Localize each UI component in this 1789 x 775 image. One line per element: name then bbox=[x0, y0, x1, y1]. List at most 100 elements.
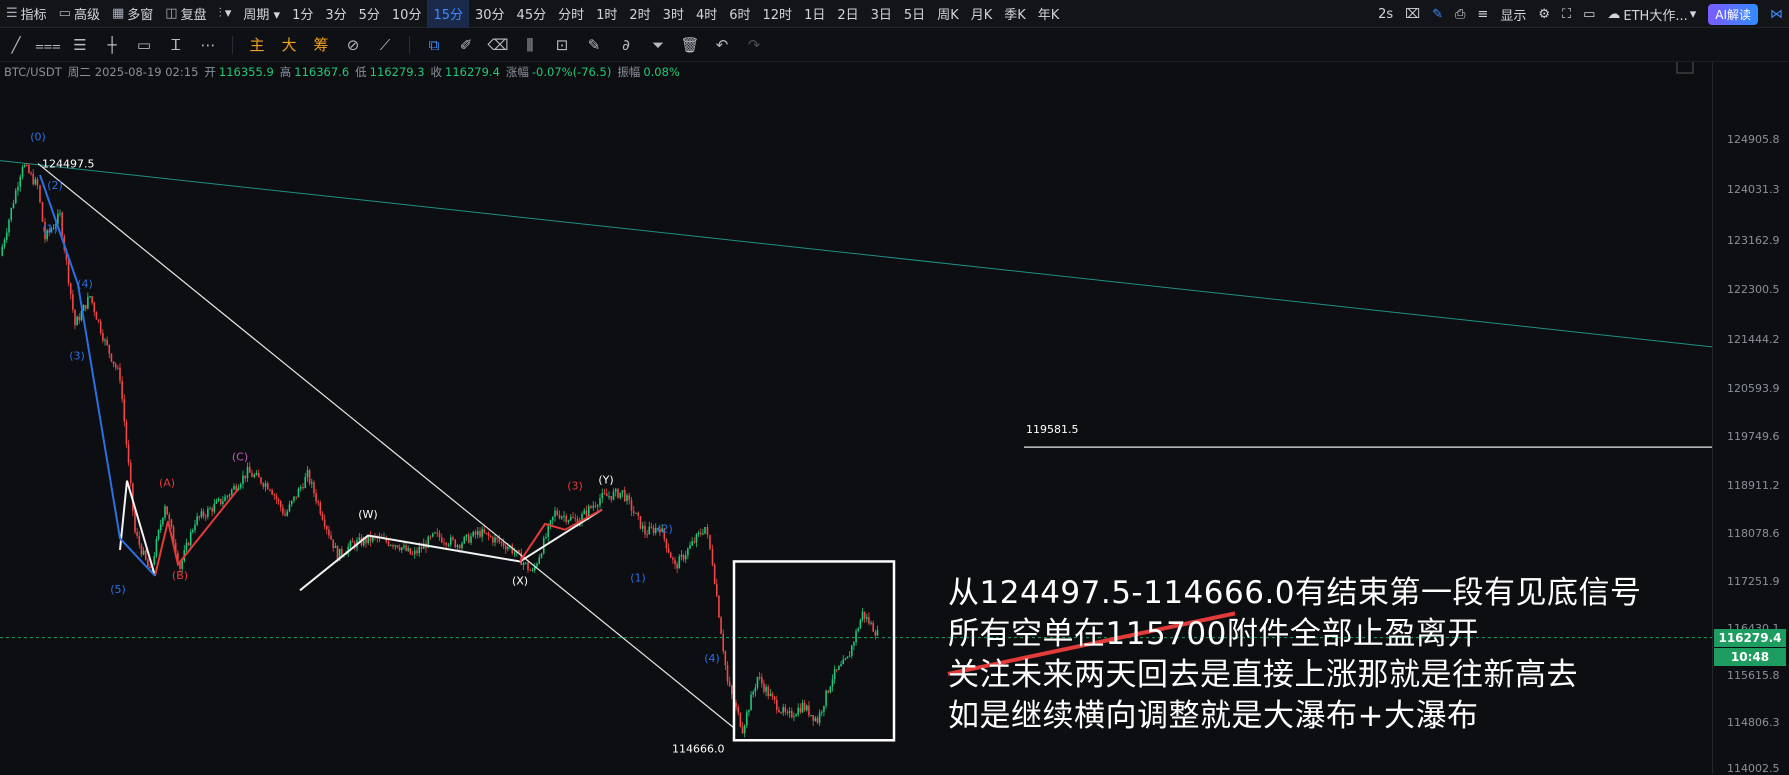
ai-interpret-button[interactable]: AI解读 bbox=[1708, 3, 1758, 25]
candle-body bbox=[801, 702, 804, 713]
candle-body bbox=[608, 496, 610, 498]
magnet-icon[interactable]: ⊘ bbox=[337, 28, 369, 62]
draw-icon[interactable]: ✎ bbox=[1426, 0, 1449, 28]
interval-12[interactable]: 6时 bbox=[723, 0, 756, 28]
change-value: -0.07%(-76.5) bbox=[531, 65, 612, 79]
interval-21[interactable]: 年K bbox=[1032, 0, 1066, 28]
eraser-icon[interactable]: ⌫ bbox=[482, 28, 514, 62]
replay-button[interactable]: ◫ 复盘 bbox=[159, 0, 212, 28]
horizontal-ray-icon[interactable]: ┼ bbox=[96, 28, 128, 62]
interval-16[interactable]: 3日 bbox=[865, 0, 898, 28]
candle-body bbox=[129, 462, 132, 484]
candlestick-icon: ⫶ bbox=[218, 6, 222, 21]
rectangle-icon[interactable]: ▭ bbox=[128, 28, 160, 62]
layout-icon[interactable]: ▭ bbox=[1577, 0, 1601, 28]
interval-9[interactable]: 2时 bbox=[623, 0, 656, 28]
interval-0[interactable]: 1分 bbox=[286, 0, 319, 28]
undo-icon[interactable]: ↶ bbox=[706, 28, 738, 62]
candle-body bbox=[706, 527, 709, 535]
candle-body bbox=[485, 532, 488, 534]
candle-body bbox=[678, 556, 681, 569]
y-tick-label: 118078.6 bbox=[1727, 526, 1780, 540]
interval-4[interactable]: 15分 bbox=[427, 0, 469, 28]
measure-icon[interactable]: ⟋ bbox=[369, 28, 401, 62]
camera-icon[interactable]: ⌧ bbox=[1399, 0, 1426, 28]
redo-icon[interactable]: ↷ bbox=[738, 28, 770, 62]
multi-window-button[interactable]: ▦ 多窗 bbox=[106, 0, 159, 28]
big-order-toggle[interactable]: 大 bbox=[273, 28, 305, 62]
candle-body bbox=[321, 513, 324, 520]
interval-7[interactable]: 分时 bbox=[552, 0, 590, 28]
indicators-button[interactable]: ☰ 指标 bbox=[0, 0, 53, 28]
more-icon[interactable]: ⋯ bbox=[192, 28, 224, 62]
display-label: 显示 bbox=[1500, 8, 1527, 24]
trash-icon[interactable]: 🗑 bbox=[674, 28, 706, 62]
interval-20[interactable]: 季K bbox=[998, 0, 1032, 28]
interval-17[interactable]: 5日 bbox=[898, 0, 931, 28]
candle-body bbox=[730, 685, 733, 695]
text-icon[interactable]: Ꮖ bbox=[160, 28, 192, 62]
brush-icon[interactable]: ✐ bbox=[450, 28, 482, 62]
interval-3[interactable]: 10分 bbox=[386, 0, 428, 28]
candle-body bbox=[110, 353, 113, 362]
main-chart-toggle[interactable]: 主 bbox=[241, 28, 273, 62]
interval-8[interactable]: 1时 bbox=[590, 0, 623, 28]
interval-19[interactable]: 月K bbox=[965, 0, 999, 28]
share-icon[interactable]: ⋈ bbox=[1764, 0, 1789, 28]
candle-body bbox=[844, 658, 847, 660]
candle-style-icon[interactable]: ⫼ bbox=[514, 28, 546, 62]
settings-icon[interactable]: ⚙ bbox=[1532, 0, 1556, 28]
advanced-button[interactable]: ▭ 高级 bbox=[53, 0, 106, 28]
candle-body bbox=[134, 510, 136, 533]
period-dropdown[interactable]: 周期 ▾ bbox=[237, 0, 286, 28]
interval-1[interactable]: 3分 bbox=[319, 0, 352, 28]
candle-body bbox=[594, 505, 597, 507]
candle-body bbox=[876, 629, 879, 636]
screenshot-icon[interactable]: ⎙ bbox=[1449, 0, 1471, 28]
candle-body bbox=[504, 546, 507, 550]
candle-body bbox=[409, 548, 412, 555]
interval-11[interactable]: 4时 bbox=[690, 0, 723, 28]
candle-body bbox=[213, 503, 216, 512]
lock-icon[interactable]: ⊡ bbox=[546, 28, 578, 62]
interval-2[interactable]: 5分 bbox=[353, 0, 386, 28]
interval-10[interactable]: 3时 bbox=[657, 0, 690, 28]
high-low-diagonal bbox=[37, 163, 736, 730]
candle-body bbox=[572, 516, 574, 518]
list-icon[interactable]: ≡ bbox=[1471, 0, 1494, 28]
candle-body bbox=[827, 690, 830, 693]
symbol-cloud-button[interactable]: ☁ ETH大作... ▾ bbox=[1601, 0, 1702, 28]
trend-line-icon[interactable]: ╱ bbox=[0, 28, 32, 62]
interval-5[interactable]: 30分 bbox=[469, 0, 511, 28]
interval-15[interactable]: 2日 bbox=[831, 0, 864, 28]
fullscreen-icon[interactable]: ⛶ bbox=[1556, 0, 1577, 28]
candle-body bbox=[149, 566, 151, 569]
candle-body bbox=[853, 642, 855, 646]
candle-body bbox=[687, 548, 689, 556]
candle-body bbox=[795, 714, 797, 717]
interval-18[interactable]: 周K bbox=[931, 0, 965, 28]
link-icon[interactable]: ∂ bbox=[610, 28, 642, 62]
filter-icon[interactable]: ⏷ bbox=[642, 28, 674, 62]
chevron-down-icon: ▾ bbox=[1689, 6, 1697, 22]
display-button[interactable]: 显示 bbox=[1494, 0, 1532, 28]
candle-body bbox=[288, 504, 291, 512]
candle-body bbox=[816, 717, 819, 723]
note-icon[interactable]: ✎ bbox=[578, 28, 610, 62]
interval-14[interactable]: 1日 bbox=[798, 0, 831, 28]
horizontal-lines-icon[interactable]: ☰ bbox=[64, 28, 96, 62]
low-marker-label: 114666.0 bbox=[672, 743, 725, 756]
candle-body bbox=[246, 466, 249, 479]
chart-type-dropdown[interactable]: ⫶ ▾ bbox=[213, 0, 238, 28]
price-axis[interactable]: 124905.8 124031.3 123162.9 122300.5 121444.2… bbox=[1712, 62, 1789, 775]
speed-selector[interactable]: 2s bbox=[1372, 0, 1399, 28]
wave-label: (1) bbox=[630, 572, 646, 585]
chip-distribution-toggle[interactable]: 筹 bbox=[305, 28, 337, 62]
copy-icon[interactable]: ⧉ bbox=[418, 28, 450, 62]
interval-6[interactable]: 45分 bbox=[511, 0, 553, 28]
candle-body bbox=[454, 539, 457, 548]
wave-label: (1) bbox=[42, 223, 58, 236]
interval-13[interactable]: 12时 bbox=[757, 0, 799, 28]
parallel-channel-icon[interactable]: ⩶ bbox=[32, 28, 64, 62]
close-value: 116279.4 bbox=[445, 65, 500, 79]
